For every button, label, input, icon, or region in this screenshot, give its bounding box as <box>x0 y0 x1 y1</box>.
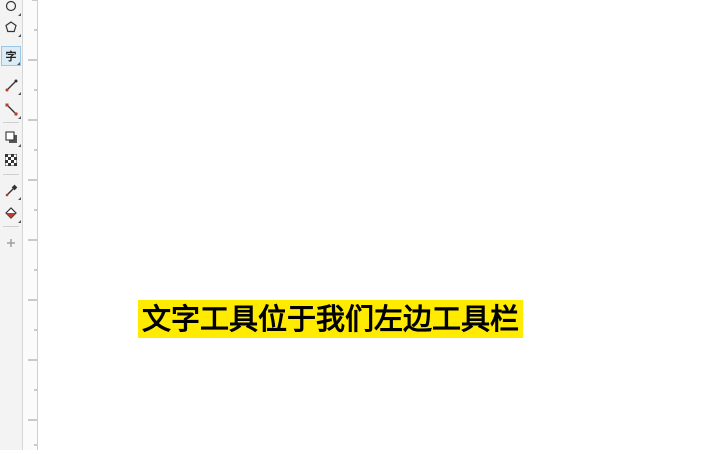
flyout-indicator-icon <box>18 92 21 95</box>
caption-subtitle: 文字工具位于我们左边工具栏 <box>138 300 524 338</box>
flyout-indicator-icon <box>18 116 21 119</box>
eyedropper-tool-button[interactable] <box>1 180 21 200</box>
drawing-canvas[interactable] <box>38 0 720 450</box>
line-tool-button[interactable] <box>1 75 21 95</box>
flyout-indicator-icon <box>17 62 20 65</box>
polygon-icon <box>5 21 17 33</box>
drop-shadow-tool-button[interactable] <box>1 127 21 147</box>
line-tool-icon <box>5 79 17 91</box>
left-toolbox: 字 <box>0 0 23 450</box>
polygon-tool-button[interactable] <box>1 17 21 37</box>
toolbar-divider <box>3 174 19 175</box>
flyout-indicator-icon <box>18 220 21 223</box>
ellipse-tool-button[interactable] <box>1 0 21 16</box>
flyout-indicator-icon <box>18 34 21 37</box>
fill-tool-icon <box>5 206 17 219</box>
flyout-indicator-icon <box>18 13 21 16</box>
ellipse-icon <box>5 0 17 12</box>
text-tool-icon: 字 <box>5 49 17 63</box>
toolbar-divider <box>3 122 19 123</box>
connector-tool-button[interactable] <box>1 99 21 119</box>
connector-tool-icon <box>5 103 17 115</box>
text-tool-button[interactable]: 字 <box>1 46 21 66</box>
transparency-icon <box>5 154 17 166</box>
toolbar-divider <box>3 226 19 227</box>
flyout-indicator-icon <box>18 197 21 200</box>
ruler-ticks <box>28 0 37 446</box>
flyout-indicator-icon <box>18 144 21 147</box>
fill-tool-button[interactable] <box>1 203 21 223</box>
eyedropper-icon <box>5 184 17 196</box>
vertical-ruler <box>23 0 38 450</box>
add-tool-button[interactable] <box>1 233 21 253</box>
transparency-tool-button[interactable] <box>1 150 21 170</box>
drop-shadow-icon <box>4 130 17 143</box>
add-tool-icon <box>7 239 15 247</box>
